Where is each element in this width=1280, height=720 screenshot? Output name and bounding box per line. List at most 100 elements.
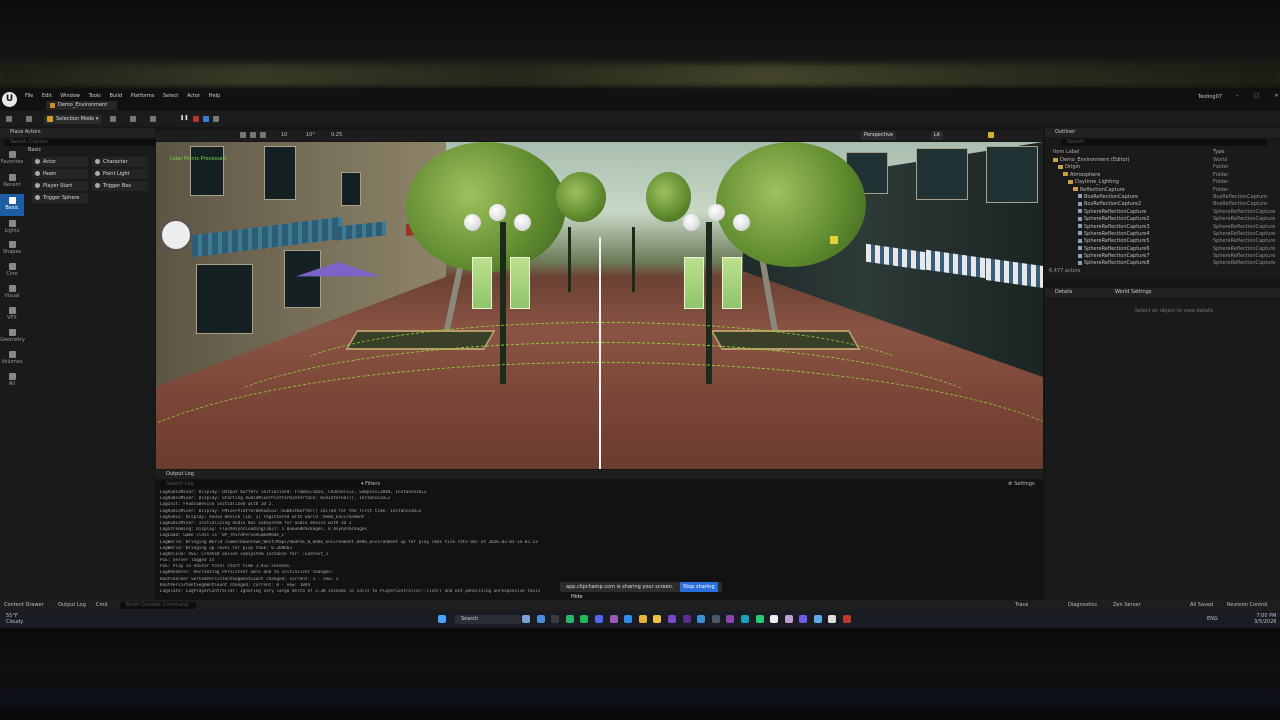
outliner-row[interactable]: SphereReflectionCapture6 SphereReflection… [1045,246,1275,253]
column-item-label[interactable]: Item Label [1053,149,1079,155]
app-icon[interactable] [551,615,560,623]
actor-item-character[interactable]: Character [92,157,148,167]
clock[interactable]: 7:00 PM 3/5/2026 [1254,613,1276,625]
category-visual[interactable]: Visual [0,282,24,304]
menu-item-select[interactable]: Select [163,93,178,99]
category-vfx[interactable]: VFX [0,304,24,326]
create-icon[interactable] [110,116,116,122]
outliner-row[interactable]: Daytime_Lighting Folder [1045,179,1275,186]
category-geometry[interactable]: Geometry [0,326,25,348]
scale-snap-value[interactable]: 0.25 [331,132,342,138]
column-type[interactable]: Type [1213,148,1224,156]
app-icon[interactable] [770,615,779,623]
category-shapes[interactable]: Shapes [0,238,24,260]
content-browser-icon[interactable] [26,116,32,122]
app-icon[interactable] [784,615,793,623]
angle-snap-value[interactable]: 10° [306,132,315,138]
menu-item-file[interactable]: File [25,93,33,99]
console-command-input[interactable]: Enter Console Command [120,602,196,609]
menu-item-edit[interactable]: Edit [42,93,52,99]
world-settings-tab[interactable]: World Settings [1115,288,1151,297]
output-log-button[interactable]: Output Log [58,602,86,608]
actor-item-actor[interactable]: Actor [32,157,88,167]
category-volumes[interactable]: Volumes [0,348,24,370]
actor-item-pawn[interactable]: Pawn [32,169,88,179]
unreal-logo-icon[interactable]: U [2,92,17,107]
outliner-row[interactable]: SphereReflectionCapture SphereReflectionC… [1045,209,1275,216]
actor-item-point-light[interactable]: Point Light [92,169,148,179]
close-icon[interactable]: ✕ [1274,93,1278,99]
actor-item-player-start[interactable]: Player Start [32,181,88,191]
outliner-row[interactable]: BoxReflectionCapture BoxReflectionCapture [1045,194,1275,201]
place-actors-search[interactable]: Search Classes [4,139,156,146]
pause-icon[interactable]: ❚❚ [180,115,188,121]
language-indicator[interactable]: ENG [1207,616,1218,622]
app-icon[interactable] [682,615,691,623]
outliner-search[interactable]: Search [1061,139,1267,146]
minimize-icon[interactable]: – [1236,93,1239,99]
transform-icon[interactable] [240,132,246,138]
eject-icon[interactable] [203,116,209,122]
grid-snap-value[interactable]: 10 [281,132,287,138]
category-cine[interactable]: Cine [0,260,24,282]
outliner-row[interactable]: SphereReflectionCapture3 SphereReflection… [1045,224,1275,231]
unreal-taskbar-icon[interactable] [828,615,837,623]
outliner-row[interactable]: Origin Folder [1045,164,1275,171]
revision-control-button[interactable]: Revision Control [1227,602,1268,608]
file-explorer-icon[interactable] [653,615,662,623]
category-favorites[interactable]: Favorites [0,148,24,170]
log-search[interactable]: Search Log [160,481,362,488]
menu-item-tools[interactable]: Tools [89,93,101,99]
stop-icon[interactable] [193,116,199,122]
windows-start-icon[interactable] [438,615,446,623]
menu-item-actor[interactable]: Actor [187,93,200,99]
outliner-row[interactable]: SphereReflectionCapture7 SphereReflection… [1045,253,1275,260]
app-icon[interactable] [726,615,735,623]
play-options-icon[interactable] [213,116,219,122]
menu-item-help[interactable]: Help [209,93,220,99]
app-icon[interactable] [536,615,545,623]
app-icon[interactable] [813,615,822,623]
app-icon[interactable] [799,615,808,623]
outliner-row[interactable]: ReflectionCapture Folder [1045,187,1275,194]
all-saved-status[interactable]: All Saved [1190,602,1213,608]
outliner-row[interactable]: SphereReflectionCapture8 SphereReflection… [1045,260,1275,267]
outliner-row[interactable]: Atmosphere Folder [1045,172,1275,179]
chrome-icon[interactable] [638,615,647,623]
app-icon[interactable] [740,615,749,623]
outliner-row[interactable]: SphereReflectionCapture4 SphereReflection… [1045,231,1275,238]
category-basic[interactable]: Basic [0,194,24,216]
actor-item-trigger-box[interactable]: Trigger Box [92,181,148,191]
stop-sharing-button[interactable]: Stop sharing [680,582,718,592]
save-icon[interactable] [6,116,12,122]
cmd-dropdown[interactable]: Cmd [96,602,108,608]
details-tab[interactable]: Details [1055,289,1072,295]
blueprint-icon[interactable] [130,116,136,122]
menu-item-window[interactable]: Window [60,93,80,99]
task-view-icon[interactable] [522,615,530,623]
app-icon[interactable] [755,615,764,623]
vscode-icon[interactable] [697,615,706,623]
category-all[interactable]: All [0,370,24,392]
outliner-row[interactable]: Demo_Environment (Editor) World [1045,157,1275,164]
level-viewport[interactable]: Lidar Points Processed [156,142,1043,469]
edge-icon[interactable] [624,615,633,623]
realtime-warning-icon[interactable] [988,132,994,138]
app-icon[interactable] [594,615,603,623]
level-tab[interactable]: Demo_Environment [46,101,118,110]
app-icon[interactable] [711,615,720,623]
category-lights[interactable]: Lights [0,217,24,239]
sequence-icon[interactable] [150,116,156,122]
spotify-icon[interactable] [580,615,589,623]
outliner-row[interactable]: BoxReflectionCapture2 BoxReflectionCaptur… [1045,201,1275,208]
log-settings-button[interactable]: ⚙ Settings [1008,481,1035,487]
app-icon[interactable] [609,615,618,623]
outliner-row[interactable]: SphereReflectionCapture2 SphereReflection… [1045,216,1275,223]
trace-button[interactable]: Trace [1015,602,1028,608]
outliner-row[interactable]: SphereReflectionCapture5 SphereReflection… [1045,238,1275,245]
diagnostics-button[interactable]: Diagnostics [1068,602,1097,608]
log-filters-button[interactable]: ▾ Filters [361,481,380,487]
content-drawer-button[interactable]: Content Drawer [4,602,44,608]
app-icon[interactable] [667,615,676,623]
menu-item-platforms[interactable]: Platforms [131,93,155,99]
